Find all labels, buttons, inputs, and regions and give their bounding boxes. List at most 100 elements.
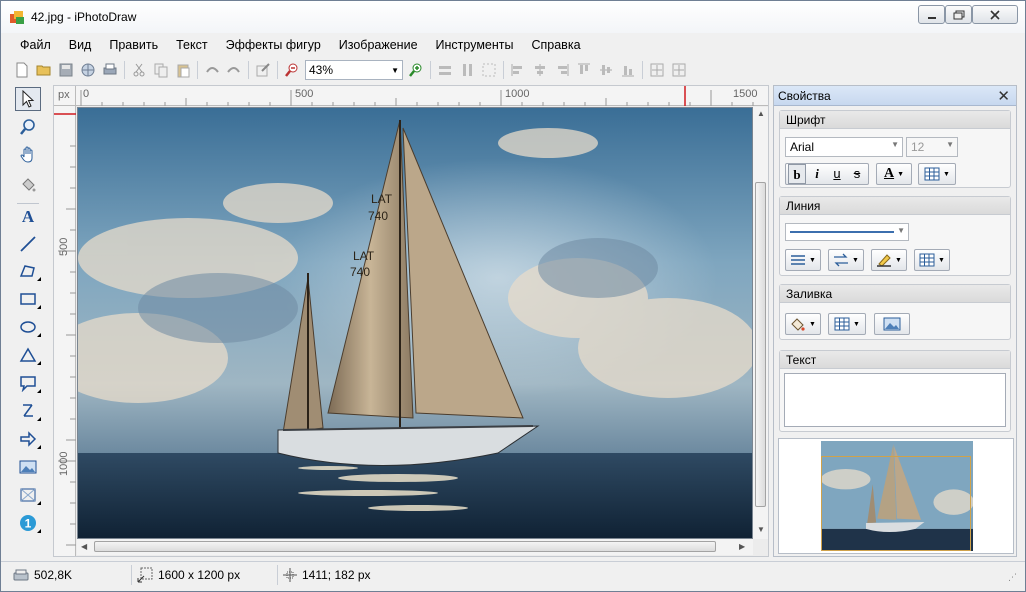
maximize-button[interactable] xyxy=(945,5,972,24)
bring-forward-button[interactable] xyxy=(646,59,668,81)
scroll-right-icon[interactable]: ▶ xyxy=(739,542,745,551)
undo-button[interactable] xyxy=(201,59,223,81)
menu-edit[interactable]: Править xyxy=(100,35,167,55)
italic-button[interactable]: i xyxy=(808,164,826,184)
font-size-select[interactable]: 12 ▼ xyxy=(906,137,958,157)
scroll-up-icon[interactable]: ▲ xyxy=(757,109,765,118)
shape-text-input[interactable] xyxy=(784,373,1006,427)
new-button[interactable] xyxy=(11,59,33,81)
align-top-button[interactable] xyxy=(573,59,595,81)
polygon-tool[interactable] xyxy=(15,259,41,283)
menu-image[interactable]: Изображение xyxy=(330,35,427,55)
menu-tools[interactable]: Инструменты xyxy=(427,35,523,55)
image-placeholder-tool[interactable] xyxy=(15,483,41,507)
strikethrough-button[interactable]: s xyxy=(848,164,866,184)
zoom-out-button[interactable] xyxy=(281,59,303,81)
align-right-button[interactable] xyxy=(551,59,573,81)
line-pattern-button[interactable]: ▼ xyxy=(914,249,950,271)
scroll-down-icon[interactable]: ▼ xyxy=(757,525,765,534)
print-icon xyxy=(103,63,117,75)
menu-file[interactable]: Файл xyxy=(11,35,60,55)
callout-tool[interactable] xyxy=(15,371,41,395)
paste-button[interactable] xyxy=(172,59,194,81)
navigator-viewport-frame[interactable] xyxy=(821,456,971,551)
fill-color-button[interactable]: ▼ xyxy=(785,313,821,335)
fill-pattern-button[interactable]: ▼ xyxy=(828,313,866,335)
pencil-icon xyxy=(877,254,892,267)
rectangle-tool[interactable] xyxy=(15,287,41,311)
ruler-label: 0 xyxy=(83,88,90,100)
menu-view[interactable]: Вид xyxy=(60,35,101,55)
connector-tool[interactable] xyxy=(15,399,41,423)
close-panel-icon[interactable]: ✕ xyxy=(997,87,1010,105)
paint-tool[interactable] xyxy=(15,173,41,197)
navigator-preview[interactable] xyxy=(778,438,1014,554)
image-tool[interactable] xyxy=(15,455,41,479)
cut-button[interactable] xyxy=(128,59,150,81)
menu-text[interactable]: Текст xyxy=(167,35,216,55)
copy-button[interactable] xyxy=(150,59,172,81)
vertical-scroll-thumb[interactable] xyxy=(755,182,766,507)
group-button[interactable] xyxy=(478,59,500,81)
send-backward-button[interactable] xyxy=(668,59,690,81)
font-name-select[interactable]: Arial ▼ xyxy=(785,137,903,157)
align-center-button[interactable] xyxy=(529,59,551,81)
arrow-shape-tool[interactable] xyxy=(15,427,41,451)
redo-button[interactable] xyxy=(223,59,245,81)
line-arrows-button[interactable]: ▼ xyxy=(828,249,864,271)
horizontal-scrollbar[interactable]: ◀ ▶ xyxy=(77,539,753,555)
text-tool[interactable]: A xyxy=(15,205,41,229)
title-bar: 42.jpg - iPhotoDraw xyxy=(1,1,1025,33)
line-weight-button[interactable]: ▼ xyxy=(785,249,821,271)
edit-button[interactable] xyxy=(252,59,274,81)
align-middle-button[interactable] xyxy=(595,59,617,81)
align-bottom-button[interactable] xyxy=(617,59,639,81)
submenu-corner-icon xyxy=(37,445,41,449)
ruler-ticks xyxy=(54,113,76,546)
image-size-value: 1600 x 1200 px xyxy=(158,568,241,582)
scroll-left-icon[interactable]: ◀ xyxy=(81,542,87,551)
select-tool[interactable] xyxy=(15,87,41,111)
zoom-tool[interactable] xyxy=(15,115,41,139)
number-marker-tool[interactable]: 1 xyxy=(15,511,41,535)
print-button[interactable] xyxy=(99,59,121,81)
font-color-letter: A xyxy=(883,166,895,181)
chevron-down-icon: ▼ xyxy=(853,320,860,328)
bold-button[interactable]: b xyxy=(788,164,806,184)
main-toolbar: 43% ▼ xyxy=(11,57,1016,83)
resize-grip-icon[interactable]: ⋰ xyxy=(1008,572,1017,583)
text-background-button[interactable]: ▼ xyxy=(918,163,956,185)
distribute-h-button[interactable] xyxy=(434,59,456,81)
distribute-vertical-icon xyxy=(463,64,472,76)
zoom-select[interactable]: 43% ▼ xyxy=(305,60,403,80)
menu-shape-effects[interactable]: Эффекты фигур xyxy=(217,35,330,55)
copy-icon xyxy=(154,63,168,78)
distribute-v-button[interactable] xyxy=(456,59,478,81)
menu-help[interactable]: Справка xyxy=(522,35,589,55)
font-color-button[interactable]: A ▼ xyxy=(876,163,912,185)
line-color-button[interactable]: ▼ xyxy=(871,249,907,271)
open-button[interactable] xyxy=(33,59,55,81)
line-tool[interactable] xyxy=(15,232,41,256)
close-button[interactable] xyxy=(972,5,1018,24)
pan-tool[interactable] xyxy=(15,143,41,167)
triangle-tool[interactable] xyxy=(15,343,41,367)
ellipse-tool[interactable] xyxy=(15,315,41,339)
sailboat-photo[interactable]: LAT 740 LAT 740 xyxy=(77,107,753,539)
svg-text:LAT: LAT xyxy=(371,192,393,206)
fill-image-button[interactable] xyxy=(874,313,910,335)
ellipse-icon xyxy=(20,321,36,333)
zoom-in-button[interactable] xyxy=(405,59,427,81)
line-style-select[interactable]: ▼ xyxy=(785,223,909,241)
web-button[interactable] xyxy=(77,59,99,81)
align-left-button[interactable] xyxy=(507,59,529,81)
save-button[interactable] xyxy=(55,59,77,81)
font-group-title: Шрифт xyxy=(780,111,1010,129)
horizontal-scroll-thumb[interactable] xyxy=(94,541,716,552)
minimize-button[interactable] xyxy=(918,5,945,24)
paste-icon xyxy=(177,64,190,78)
zoom-value: 43% xyxy=(309,63,334,77)
underline-button[interactable]: u xyxy=(828,164,846,184)
vertical-scrollbar[interactable]: ▲ ▼ xyxy=(753,107,768,539)
save-icon xyxy=(59,63,73,77)
